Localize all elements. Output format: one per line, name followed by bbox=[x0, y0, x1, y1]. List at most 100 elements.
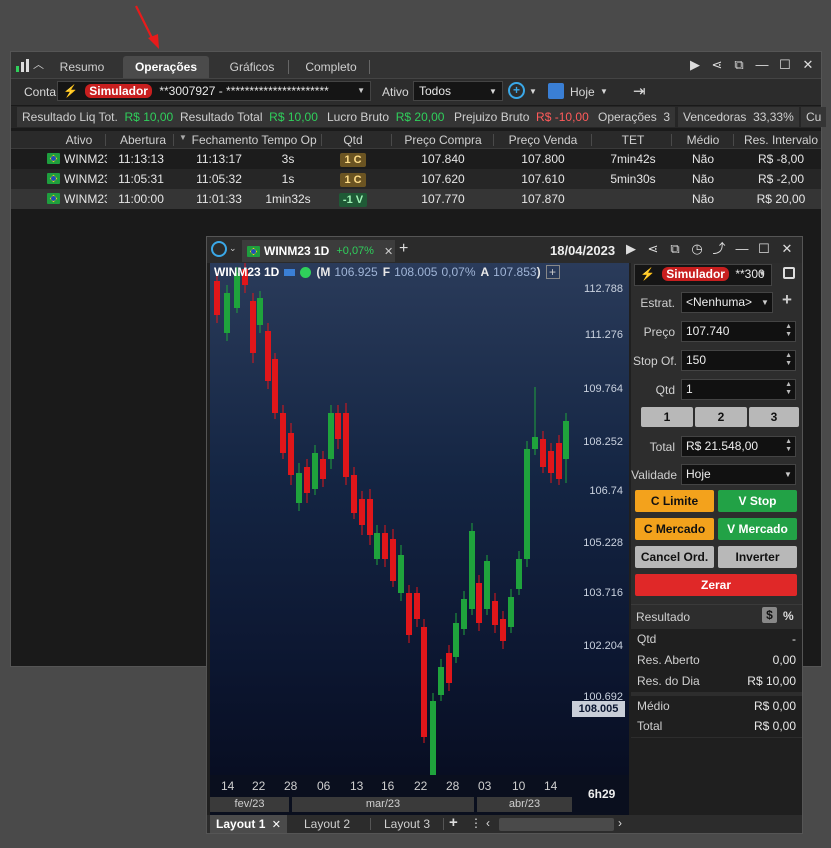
currency-toggle[interactable]: $ bbox=[762, 607, 777, 623]
account-select[interactable]: ⚡ Simulador **3007927 - ****************… bbox=[57, 81, 371, 101]
qty-preset-2-button[interactable]: 2 bbox=[695, 407, 747, 427]
close-icon[interactable]: ✕ bbox=[272, 819, 281, 831]
result-row-dia: Res. do Dia R$ 10,00 bbox=[631, 671, 802, 692]
table-row[interactable]: WINM23 11:13:13 11:13:17 3s 1 C 107.840 … bbox=[11, 149, 821, 169]
add-indicator-icon[interactable]: + bbox=[545, 265, 560, 279]
col-medio[interactable]: Médio bbox=[673, 131, 733, 149]
col-tet[interactable]: TET bbox=[593, 131, 673, 149]
qtd-input[interactable]: 1 ▲ ▼ bbox=[681, 379, 796, 400]
zerar-button[interactable]: Zerar bbox=[635, 574, 797, 596]
sell-stop-button[interactable]: V Stop bbox=[718, 490, 797, 512]
layout-tab-2[interactable]: Layout 2 bbox=[293, 815, 361, 833]
candle-body bbox=[304, 467, 310, 493]
annotation-arrow bbox=[135, 5, 159, 49]
calendar-icon[interactable] bbox=[548, 83, 564, 99]
chevron-down-icon[interactable]: ▼ bbox=[529, 87, 537, 96]
tab-graficos[interactable]: Gráficos bbox=[217, 56, 287, 78]
clock-icon[interactable] bbox=[211, 241, 227, 257]
percent-toggle[interactable]: % bbox=[783, 609, 794, 623]
tab-resumo[interactable]: Resumo bbox=[51, 56, 113, 78]
layout-tab-3[interactable]: Layout 3 bbox=[373, 815, 441, 833]
trend-icon[interactable]: ⤴ bbox=[711, 241, 727, 257]
add-layout-icon[interactable]: + bbox=[449, 814, 458, 831]
preco-input[interactable]: 107.740 ▲ ▼ bbox=[681, 321, 796, 342]
col-res-intervalo[interactable]: Res. Intervalo bbox=[735, 131, 827, 149]
qty-preset-3-button[interactable]: 3 bbox=[749, 407, 799, 427]
stop-input[interactable]: 150 ▲ ▼ bbox=[681, 350, 796, 371]
window-titlebar: ︿ Resumo Operações Gráficos Completo ▶ ⋖… bbox=[11, 52, 821, 79]
col-fechamento[interactable]: Fechamento bbox=[189, 131, 261, 149]
scroll-right-icon[interactable]: › bbox=[618, 816, 622, 830]
lock-icon[interactable] bbox=[783, 267, 795, 279]
col-preco-venda[interactable]: Preço Venda bbox=[493, 131, 593, 149]
close-icon[interactable]: ✕ bbox=[779, 241, 795, 257]
maximize-icon[interactable]: ☐ bbox=[777, 57, 793, 73]
candle-body bbox=[382, 533, 388, 559]
candle-body bbox=[500, 619, 506, 641]
candle-body bbox=[265, 331, 271, 381]
sort-desc-icon: ▼ bbox=[179, 133, 187, 142]
add-tab-icon[interactable]: + bbox=[399, 240, 408, 258]
result-row-aberto: Res. Aberto 0,00 bbox=[631, 650, 802, 671]
total-label: Total bbox=[649, 440, 675, 454]
table-row[interactable]: WINM23 11:00:00 11:01:33 1min32s -1 V 10… bbox=[11, 189, 821, 209]
qty-preset-1-button[interactable]: 1 bbox=[641, 407, 693, 427]
buy-market-button[interactable]: C Mercado bbox=[635, 518, 714, 540]
invert-button[interactable]: Inverter bbox=[718, 546, 797, 568]
chart-tab[interactable]: WINM23 1D +0,07% ✕ bbox=[242, 240, 395, 262]
price-tick-label: 105.228 bbox=[583, 537, 623, 549]
video-icon[interactable]: ▶ bbox=[687, 57, 703, 73]
period-select[interactable]: Hoje bbox=[570, 85, 595, 99]
detach-icon[interactable]: ⧉ bbox=[731, 57, 747, 73]
minimize-icon[interactable]: — bbox=[754, 57, 770, 73]
chevron-down-icon[interactable]: ⌄ bbox=[229, 243, 237, 254]
history-icon[interactable]: ◷ bbox=[689, 241, 705, 257]
time-tick-label: 16 bbox=[381, 779, 395, 793]
price-tick-label: 106.74 bbox=[589, 485, 623, 497]
tab-completo[interactable]: Completo bbox=[295, 56, 367, 78]
candle-body bbox=[446, 653, 452, 683]
summary-item: Prejuizo Bruto R$ -10,00 bbox=[449, 107, 594, 127]
candle-body bbox=[476, 583, 482, 623]
layout-scrollbar[interactable] bbox=[499, 818, 614, 831]
maximize-icon[interactable]: ☐ bbox=[756, 241, 772, 257]
candlestick-chart[interactable]: WINM23 1D ( M 106.925 F 108.005 0,07% A … bbox=[210, 263, 629, 802]
time-tick-label: 14 bbox=[544, 779, 558, 793]
scroll-left-icon[interactable]: ‹ bbox=[486, 816, 490, 830]
candles-layer bbox=[214, 263, 569, 775]
share-icon[interactable]: ⋖ bbox=[645, 241, 661, 257]
col-preco-compra[interactable]: Preço Compra bbox=[393, 131, 493, 149]
col-qtd[interactable]: Qtd bbox=[323, 131, 383, 149]
time-tick-label: 22 bbox=[414, 779, 428, 793]
detach-icon[interactable]: ⧉ bbox=[667, 241, 683, 257]
candle-body bbox=[461, 599, 467, 629]
share-icon[interactable]: ⋖ bbox=[709, 57, 725, 73]
minimize-icon[interactable]: — bbox=[734, 241, 750, 257]
sell-market-button[interactable]: V Mercado bbox=[718, 518, 797, 540]
candle-body bbox=[438, 667, 444, 695]
result-row-medio: Médio R$ 0,00 bbox=[631, 696, 802, 717]
layout-tab-1[interactable]: Layout 1 ✕ bbox=[210, 815, 287, 833]
add-strategy-icon[interactable]: + bbox=[782, 290, 792, 310]
validade-select[interactable]: Hoje bbox=[681, 464, 796, 485]
cancel-orders-button[interactable]: Cancel Ord. bbox=[635, 546, 714, 568]
add-circle-icon[interactable]: + bbox=[508, 82, 525, 99]
collapse-icon[interactable]: ︿ bbox=[33, 56, 44, 72]
close-icon[interactable]: ✕ bbox=[800, 57, 816, 73]
time-tick-label: 03 bbox=[478, 779, 492, 793]
col-ativo[interactable]: Ativo bbox=[49, 131, 109, 149]
total-input[interactable]: R$ 21.548,00 ▲ ▼ bbox=[681, 436, 796, 457]
table-row[interactable]: WINM23 11:05:31 11:05:32 1s 1 C 107.620 … bbox=[11, 169, 821, 189]
estrategia-select[interactable]: <Nenhuma> bbox=[681, 292, 773, 313]
more-icon[interactable]: ⋮ bbox=[470, 816, 482, 830]
col-tempo-op[interactable]: Tempo Op bbox=[259, 131, 319, 149]
logout-icon[interactable]: ⇥ bbox=[633, 82, 646, 100]
tab-operacoes[interactable]: Operações bbox=[123, 56, 209, 78]
boleta-account-select[interactable]: ⚡ Simulador **300 ▼ bbox=[634, 264, 772, 286]
estrategia-label: Estrat. bbox=[640, 296, 675, 310]
col-abertura[interactable]: Abertura bbox=[111, 131, 175, 149]
ativo-label: Ativo bbox=[382, 85, 409, 99]
buy-limit-button[interactable]: C Limite bbox=[635, 490, 714, 512]
video-icon[interactable]: ▶ bbox=[623, 241, 639, 257]
close-tab-icon[interactable]: ✕ bbox=[384, 245, 393, 258]
